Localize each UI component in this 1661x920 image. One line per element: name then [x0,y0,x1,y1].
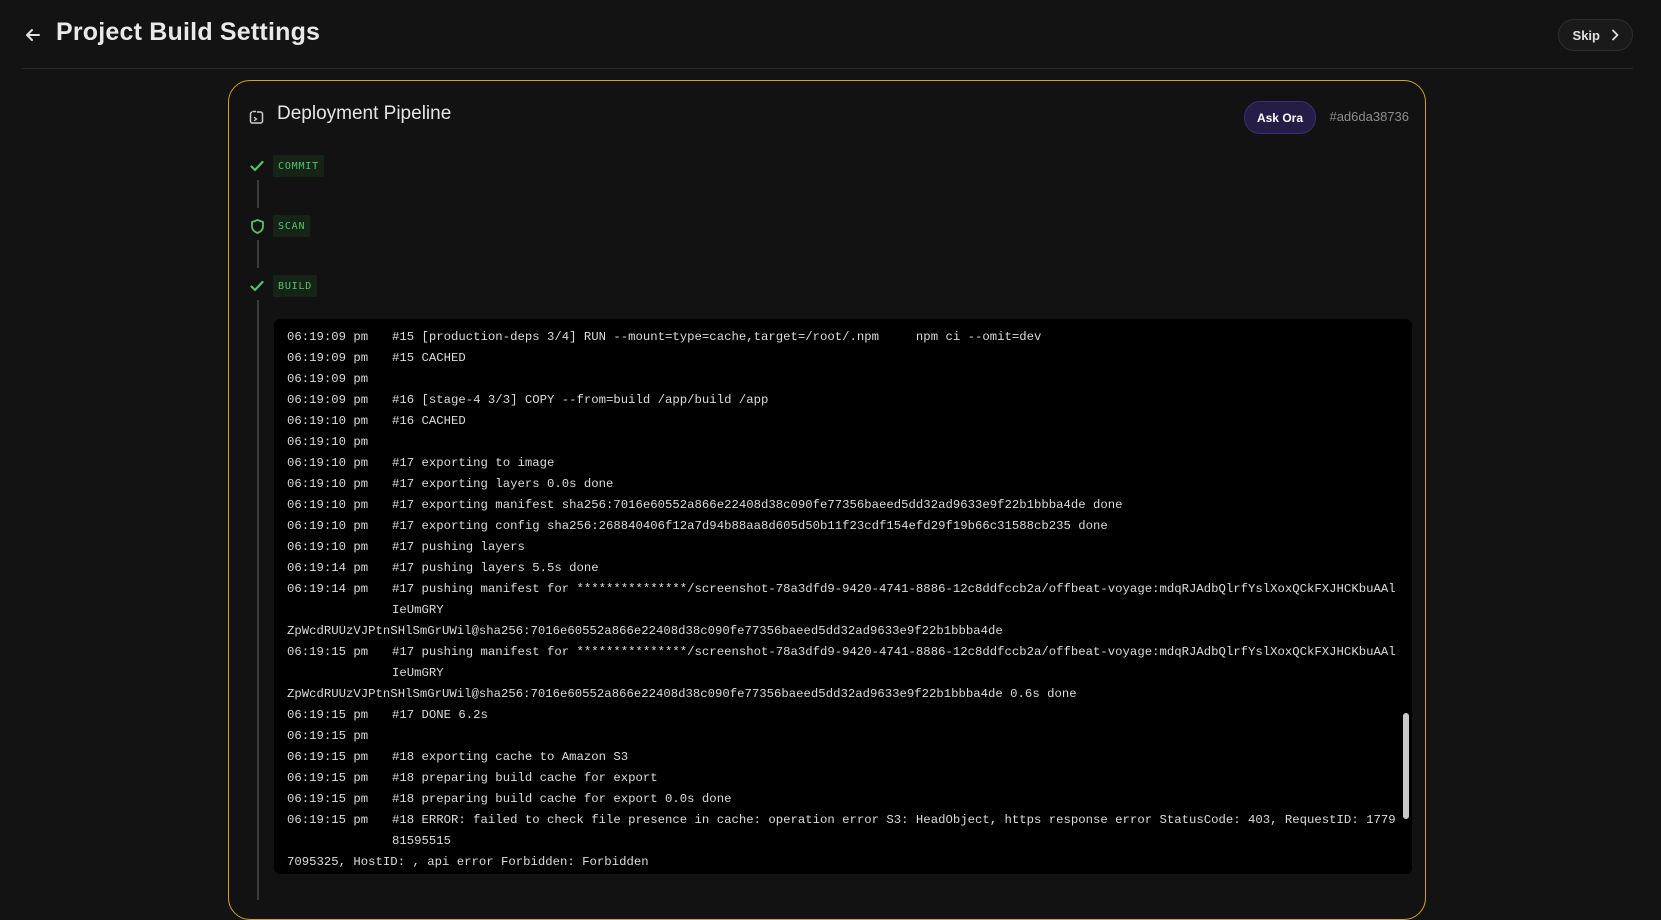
stage-connector [257,300,259,900]
log-line: 06:19:15 pm #18 preparing build cache for… [287,789,1402,810]
log-message: #17 pushing manifest for ***************… [392,645,1396,680]
log-line: 06:19:09 pm #15 [production-deps 3/4] RUN… [287,327,1402,348]
stage-connector [257,240,259,268]
log-timestamp: 06:19:09 pm [287,372,369,386]
log-message: #18 preparing build cache for export 0.0… [392,792,732,806]
shield-icon [249,218,265,234]
log-line: 06:19:15 pm #18 exporting cache to Amazon… [287,747,1402,768]
stage-scan[interactable]: SCAN [249,214,311,238]
log-line: 06:19:10 pm #17 exporting to image [287,453,1402,474]
log-lines: 06:19:09 pm #15 [production-deps 3/4] RUN… [287,327,1402,874]
card-header: Deployment Pipeline Ask Ora #ad6da38736 [249,101,1409,135]
log-message: #17 exporting manifest sha256:7016e60552… [392,498,1123,512]
arrow-left-icon [26,29,40,41]
log-message: ------ [392,873,1402,874]
log-line: 06:19:14 pm #17 pushing layers 5.5s done [287,558,1402,579]
log-timestamp: 06:19:10 pm [287,435,369,449]
log-message: #18 preparing build cache for export [392,771,658,785]
pipeline-icon [249,109,265,130]
log-line: 06:19:15 pm #18 preparing build cache for… [287,768,1402,789]
log-timestamp: 06:19:10 pm [287,498,369,512]
log-line: 06:19:10 pm #17 pushing layers [287,537,1402,558]
stage-connector [257,180,259,208]
build-log-panel[interactable]: 06:19:09 pm #15 [production-deps 3/4] RUN… [274,319,1412,874]
log-timestamp: 06:19:15 pm [287,729,369,743]
log-timestamp: 06:19:15 pm [287,771,369,785]
log-message: #18 ERROR: failed to check file presence… [392,813,1396,848]
log-message [392,369,1402,390]
log-line: 06:19:09 pm #15 CACHED [287,348,1402,369]
log-message: #17 exporting to image [392,456,555,470]
log-timestamp: 06:19:09 pm [287,351,369,365]
log-timestamp: 06:19:15 pm [287,750,369,764]
log-line: 06:19:15 pm #18 ERROR: failed to check fi… [287,810,1402,852]
card-title: Deployment Pipeline [277,103,452,124]
log-message: #16 [stage-4 3/3] COPY --from=build /app… [392,393,769,407]
log-timestamp: 06:19:15 pm [287,813,369,827]
log-timestamp: 06:19:15 pm [287,708,369,722]
log-line-continuation: ZpWcdRUUzVJPtnSHlSmGrUWil@sha256:7016e60… [287,687,1077,701]
log-line: 06:19:09 pm [287,369,1402,390]
log-message: #17 exporting config sha256:268840406f12… [392,519,1108,533]
log-timestamp: 06:19:15 pm [287,645,369,659]
log-message: #17 pushing layers [392,540,525,554]
log-timestamp: 06:19:10 pm [287,414,369,428]
log-timestamp: 06:19:10 pm [287,519,369,533]
log-message [392,726,1402,747]
log-line: 06:19:14 pm #17 pushing manifest for ****… [287,579,1402,621]
log-message: #15 CACHED [392,351,466,365]
log-message: #17 exporting layers 0.0s done [392,477,614,491]
scrollbar-thumb[interactable] [1403,713,1409,819]
log-message: #17 DONE 6.2s [392,708,488,722]
log-line: 06:19:15 pm #17 DONE 6.2s [287,705,1402,726]
pipeline-card: Deployment Pipeline Ask Ora #ad6da38736 … [228,80,1426,920]
back-button[interactable] [22,20,44,50]
log-timestamp: 06:19:15 pm [287,873,392,874]
check-icon [249,158,265,174]
log-timestamp: 06:19:09 pm [287,393,369,407]
log-timestamp: 06:19:10 pm [287,477,369,491]
log-message: #15 [production-deps 3/4] RUN --mount=ty… [392,330,1042,344]
log-message: #18 exporting cache to Amazon S3 [392,750,629,764]
skip-button[interactable]: Skip [1557,19,1633,51]
log-line: 06:19:15 pm------ [287,873,1402,874]
log-timestamp: 06:19:10 pm [287,456,369,470]
ask-ora-button[interactable]: Ask Ora [1243,101,1316,134]
log-line-continuation: 7095325, HostID: , api error Forbidden: … [287,855,649,869]
log-line: 06:19:10 pm [287,432,1402,453]
log-line: 06:19:10 pm #17 exporting layers 0.0s don… [287,474,1402,495]
top-bar: Project Build Settings Skip [22,0,1633,69]
stage-label: BUILD [273,275,318,297]
chevron-right-icon [1612,29,1619,41]
log-line: 06:19:09 pm #16 [stage-4 3/3] COPY --from… [287,390,1402,411]
log-scrollbar[interactable] [1401,319,1409,874]
log-message [392,432,1402,453]
page-title: Project Build Settings [56,18,321,46]
log-line-continuation: ZpWcdRUUzVJPtnSHlSmGrUWil@sha256:7016e60… [287,624,1003,638]
stage-label: COMMIT [273,155,324,177]
stage-build[interactable]: BUILD [249,274,318,298]
log-timestamp: 06:19:15 pm [287,792,369,806]
log-message: #16 CACHED [392,414,466,428]
log-line: 06:19:10 pm #17 exporting manifest sha256… [287,495,1402,516]
commit-hash: #ad6da38736 [1329,109,1409,124]
log-message: #17 pushing manifest for ***************… [392,582,1396,617]
log-timestamp: 06:19:14 pm [287,561,369,575]
log-line: 06:19:10 pm #17 exporting config sha256:2… [287,516,1402,537]
log-line: 06:19:15 pm #17 pushing manifest for ****… [287,642,1402,684]
log-timestamp: 06:19:14 pm [287,582,369,596]
skip-label: Skip [1572,27,1600,43]
log-message: #17 pushing layers 5.5s done [392,561,599,575]
log-line: 06:19:15 pm [287,726,1402,747]
stage-label: SCAN [273,215,311,237]
log-timestamp: 06:19:09 pm [287,330,369,344]
log-line: 06:19:10 pm #16 CACHED [287,411,1402,432]
check-icon [249,278,265,294]
log-timestamp: 06:19:10 pm [287,540,369,554]
stage-commit[interactable]: COMMIT [249,154,324,178]
